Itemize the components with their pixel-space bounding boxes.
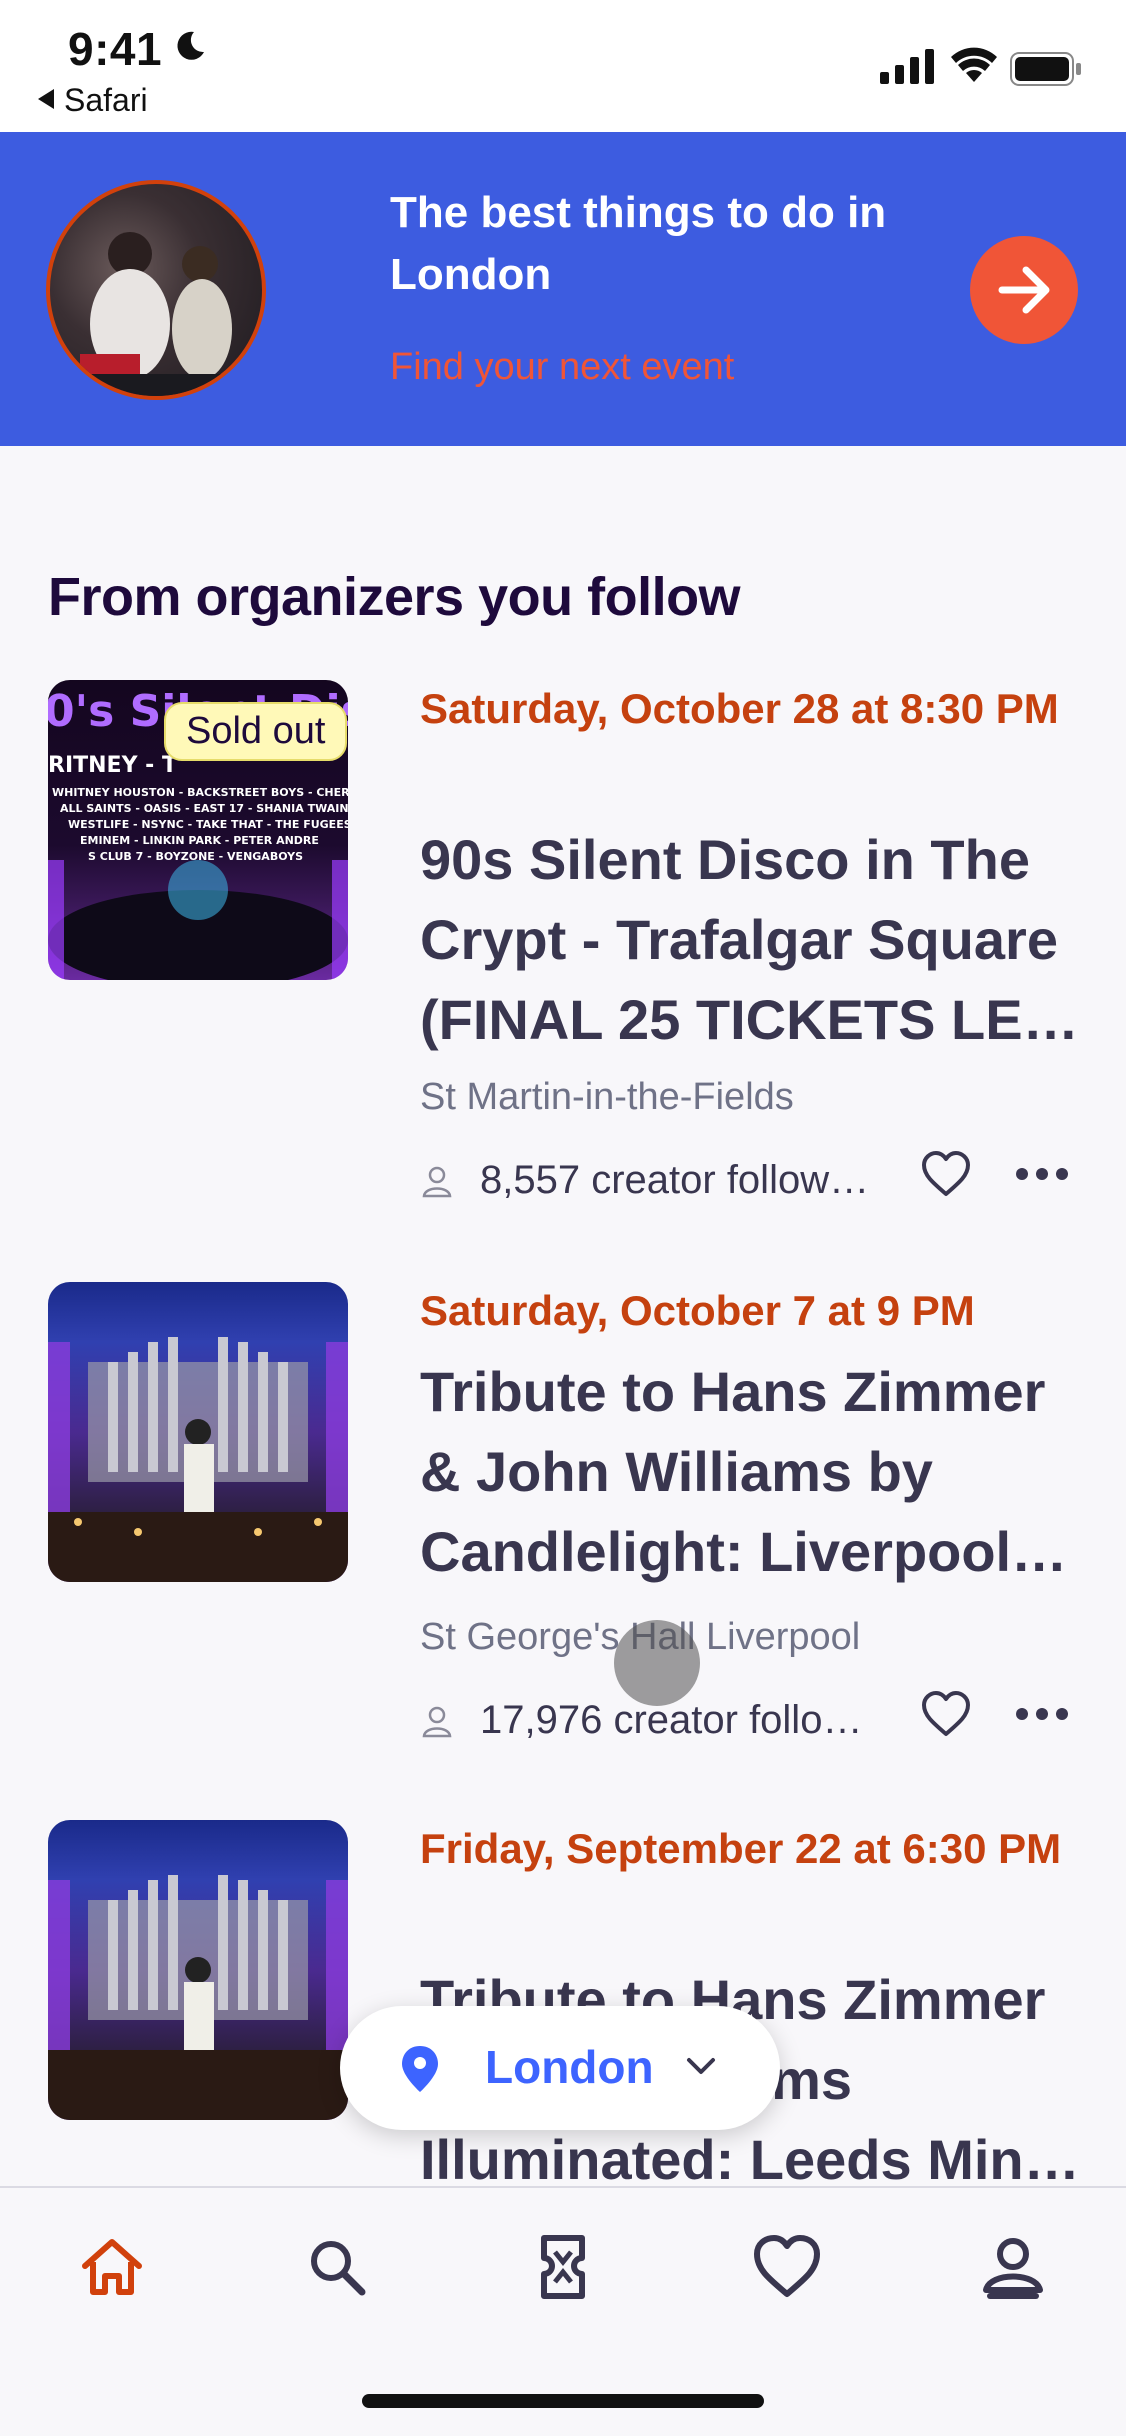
poster-line: RITNEY - T xyxy=(48,753,177,778)
poster-line: WHITNEY HOUSTON - BACKSTREET BOYS - CHER xyxy=(52,786,348,799)
event-date: Saturday, October 28 at 8:30 PM xyxy=(420,685,1059,732)
person-icon xyxy=(422,1166,452,1198)
location-label: London xyxy=(485,2041,654,2093)
poster-line: ALL SAINTS - OASIS - EAST 17 - SHANIA TW… xyxy=(60,802,348,815)
moon-icon xyxy=(177,31,204,60)
profile-icon[interactable] xyxy=(978,2232,1048,2302)
back-app-label: Safari xyxy=(64,82,148,118)
poster-line: WESTLIFE - NSYNC - TAKE THAT - THE FUGEE… xyxy=(68,818,348,831)
chevron-down-icon xyxy=(687,2058,715,2074)
sold-out-badge: Sold out xyxy=(164,702,348,761)
status-bar: 9:41 Safari xyxy=(0,0,1126,132)
event-venue: St Martin-in-the-Fields xyxy=(420,1076,794,1118)
banner-arrow-button[interactable] xyxy=(970,236,1078,344)
arrow-right-icon xyxy=(998,266,1050,314)
creator-followers: 8,557 creator follow… xyxy=(480,1158,870,1202)
event-thumbnail[interactable] xyxy=(48,1282,348,1582)
event-title[interactable]: 90s Silent Disco in The Crypt - Trafalga… xyxy=(420,820,1080,1060)
poster-line: EMINEM - LINKIN PARK - PETER ANDRE xyxy=(80,834,319,847)
heart-icon[interactable] xyxy=(920,1690,972,1738)
more-options-icon[interactable] xyxy=(1016,1704,1068,1724)
touch-indicator xyxy=(614,1620,700,1706)
cellular-signal-icon xyxy=(880,49,934,84)
event-thumbnail[interactable]: 0's Silent Disco RITNEY - T WHITNEY HOUS… xyxy=(48,680,348,980)
creator-followers: 17,976 creator follo… xyxy=(480,1698,863,1742)
search-icon[interactable] xyxy=(302,2232,372,2302)
back-to-safari[interactable]: Safari xyxy=(38,82,148,119)
banner-photo xyxy=(46,180,266,400)
event-card[interactable]: Friday, September 22 at 6:30 PM Tribute … xyxy=(0,1820,1126,2186)
event-date: Friday, September 22 at 6:30 PM xyxy=(420,1825,1062,1872)
banner-title: The best things to do in London xyxy=(390,188,887,299)
heart-icon[interactable] xyxy=(752,2232,822,2302)
section-title: From organizers you follow xyxy=(48,567,741,627)
event-card[interactable]: 0's Silent Disco RITNEY - T WHITNEY HOUS… xyxy=(0,680,1126,1220)
back-arrow-icon xyxy=(38,89,54,109)
person-icon xyxy=(422,1706,452,1738)
event-title[interactable]: Tribute to Hans Zimmer & John Williams b… xyxy=(420,1352,1080,1592)
location-selector[interactable]: London xyxy=(340,2006,780,2130)
banner-subtitle[interactable]: Find your next event xyxy=(390,346,734,389)
location-pin-icon xyxy=(402,2046,438,2092)
more-options-icon[interactable] xyxy=(1016,1164,1068,1184)
heart-icon[interactable] xyxy=(920,1150,972,1198)
event-thumbnail[interactable] xyxy=(48,1820,348,2120)
tickets-icon[interactable] xyxy=(528,2232,598,2302)
battery-icon xyxy=(1010,52,1081,86)
status-time: 9:41 xyxy=(68,23,163,75)
promo-banner[interactable]: The best things to do in London Find you… xyxy=(0,132,1126,446)
event-card[interactable]: Saturday, October 7 at 9 PM Tribute to H… xyxy=(0,1282,1126,1802)
home-icon[interactable] xyxy=(77,2232,147,2302)
wifi-icon xyxy=(951,47,997,82)
event-date: Saturday, October 7 at 9 PM xyxy=(420,1287,975,1334)
home-indicator[interactable] xyxy=(362,2394,764,2408)
